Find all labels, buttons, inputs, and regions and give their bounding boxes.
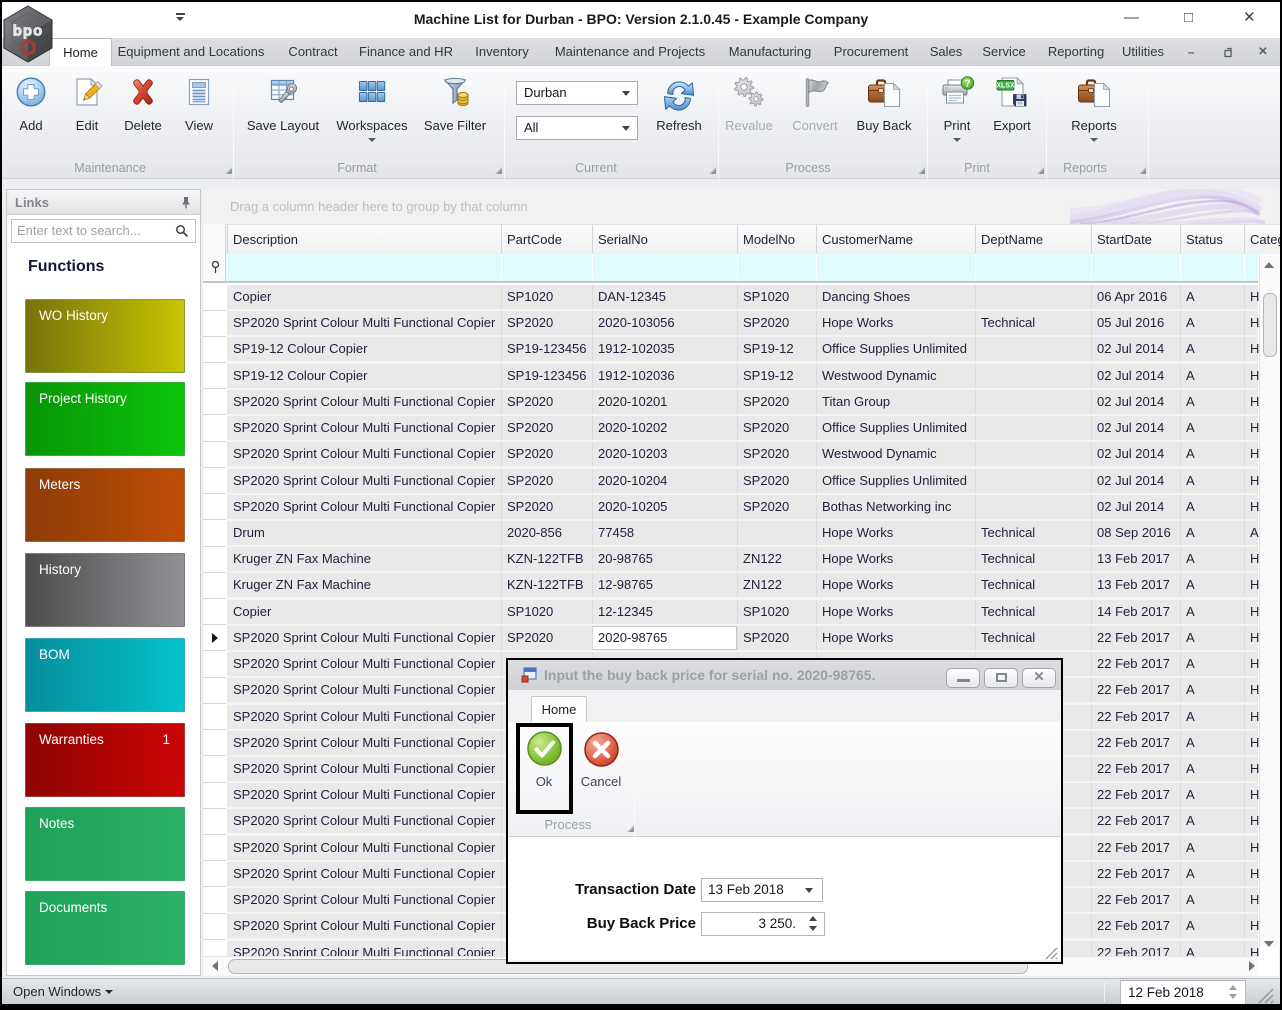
svg-text:?: ? [964,79,970,90]
svg-text:bpo: bpo [13,23,44,40]
svg-text:XLSX: XLSX [996,83,1015,90]
